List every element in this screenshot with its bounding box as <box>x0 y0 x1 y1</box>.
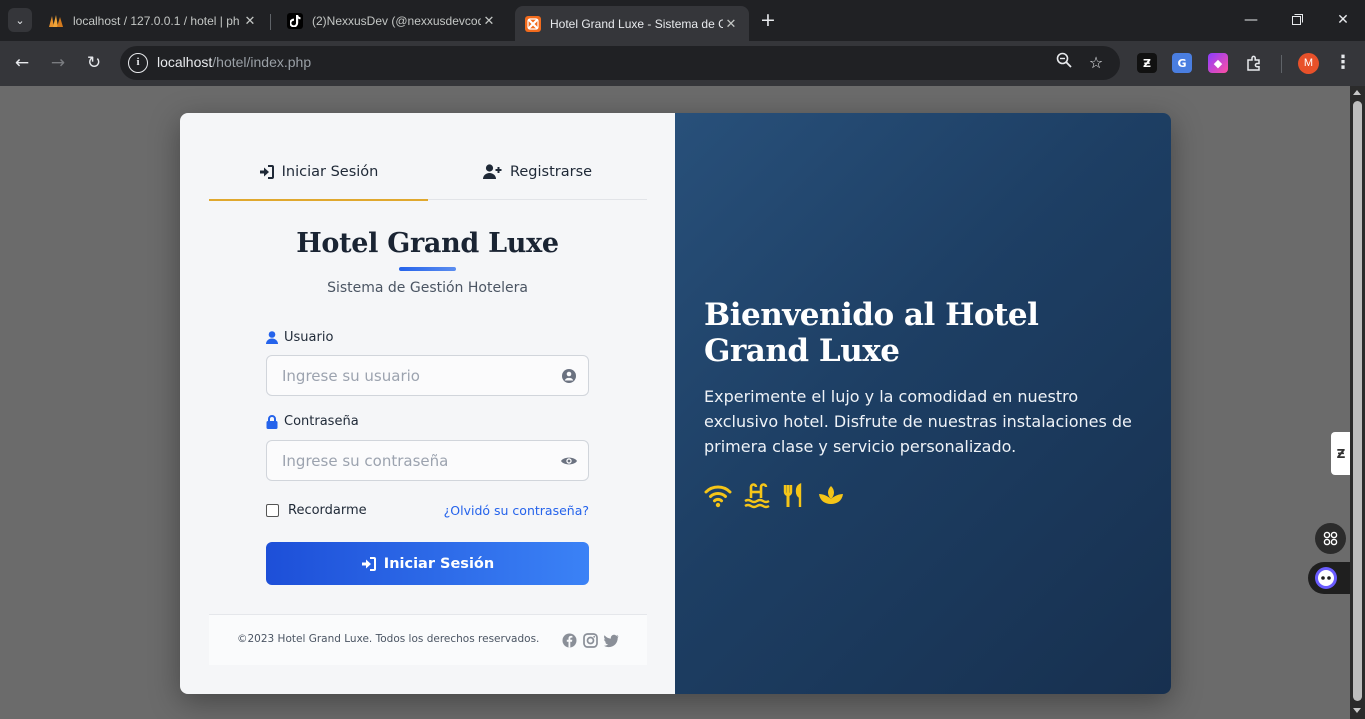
login-panel: Iniciar Sesión Registrarse Hotel Grand L… <box>180 113 675 694</box>
url-path: /hotel/index.php <box>212 54 312 70</box>
forgot-password-link[interactable]: ¿Olvidó su contraseña? <box>440 503 589 518</box>
username-label-text: Usuario <box>284 330 334 345</box>
tiktok-icon <box>287 12 303 29</box>
remember-label: Recordarme <box>288 503 367 518</box>
scroll-thumb[interactable] <box>1353 101 1362 701</box>
user-circle-icon <box>562 369 576 383</box>
remember-checkbox[interactable] <box>266 504 279 517</box>
tab-login-label: Iniciar Sesión <box>281 163 379 180</box>
password-input[interactable] <box>267 441 547 480</box>
user-icon <box>266 331 278 344</box>
tab-title: Hotel Grand Luxe - Sistema de G <box>550 16 723 31</box>
browser-tab-tiktok[interactable]: (2)NexxusDev (@nexxusdevcode ✕ <box>277 6 507 35</box>
tab-register[interactable]: Registrarse <box>428 143 647 200</box>
tab-divider <box>270 14 271 30</box>
twitter-icon[interactable] <box>604 633 619 648</box>
welcome-description: Experimente el lujo y la comodidad en nu… <box>704 387 1132 456</box>
browser-tab-hotel[interactable]: Hotel Grand Luxe - Sistema de G ✕ <box>515 6 749 41</box>
page-viewport: Iniciar Sesión Registrarse Hotel Grand L… <box>0 86 1350 719</box>
page-title: Hotel Grand Luxe <box>296 228 559 259</box>
tab-login[interactable]: Iniciar Sesión <box>209 143 428 201</box>
instagram-icon[interactable] <box>583 633 598 648</box>
username-input[interactable] <box>267 356 547 395</box>
sign-in-icon <box>361 556 376 571</box>
close-icon[interactable]: ✕ <box>481 13 497 29</box>
grid-icon <box>1323 531 1338 546</box>
xampp-icon <box>525 15 541 32</box>
forward-arrow-icon[interactable]: → <box>45 51 71 75</box>
assistant-bot-button[interactable] <box>1308 562 1350 594</box>
pool-icon <box>744 483 770 509</box>
welcome-heading: Bienvenido al Hotel Grand Luxe <box>704 297 1039 369</box>
wifi-icon <box>704 485 732 508</box>
password-label: Contraseña <box>266 414 359 429</box>
restaurant-icon <box>783 483 802 507</box>
address-bar[interactable]: i localhost/hotel/index.php ☆ <box>120 46 1120 80</box>
minimize-button[interactable]: — <box>1228 8 1274 32</box>
tab-title: (2)NexxusDev (@nexxusdevcode <box>312 13 481 28</box>
username-label: Usuario <box>266 330 333 345</box>
login-button[interactable]: Iniciar Sesión <box>266 542 589 585</box>
browser-tab-bar: ⌄ localhost / 127.0.0.1 / hotel | ph ✕ (… <box>0 0 1365 41</box>
tab-register-label: Registrarse <box>509 163 593 180</box>
page-subtitle: Sistema de Gestión Hotelera <box>327 280 528 296</box>
facebook-icon[interactable] <box>562 633 577 648</box>
side-extension-tab[interactable]: Ƶ <box>1331 432 1350 475</box>
zoom-icon[interactable] <box>1053 52 1075 74</box>
extensions-puzzle-icon[interactable] <box>1244 53 1264 73</box>
new-tab-button[interactable]: + <box>757 9 779 31</box>
remember-me[interactable]: Recordarme <box>266 503 367 518</box>
auth-tabs: Iniciar Sesión Registrarse <box>209 143 647 201</box>
login-card: Iniciar Sesión Registrarse Hotel Grand L… <box>180 113 1171 694</box>
title-underline <box>399 267 456 271</box>
spa-icon <box>819 486 843 504</box>
phpmyadmin-icon <box>48 13 64 29</box>
extension-app-icon[interactable]: ◆ <box>1208 53 1228 73</box>
browser-tab-phpmyadmin[interactable]: localhost / 127.0.0.1 / hotel | ph ✕ <box>38 6 268 35</box>
bookmark-star-icon[interactable]: ☆ <box>1085 52 1107 74</box>
login-button-label: Iniciar Sesión <box>383 555 495 572</box>
user-plus-icon <box>482 164 502 179</box>
sign-in-icon <box>259 164 274 179</box>
apps-grid-button[interactable] <box>1315 523 1346 554</box>
tab-search-button[interactable]: ⌄ <box>8 8 32 32</box>
lock-icon <box>266 414 278 429</box>
browser-toolbar: ← → ↻ i localhost/hotel/index.php ☆ Ƶ G … <box>0 41 1365 86</box>
site-info-icon[interactable]: i <box>128 53 148 73</box>
eye-icon[interactable] <box>560 452 578 470</box>
profile-avatar[interactable]: M <box>1298 53 1319 74</box>
password-label-text: Contraseña <box>284 414 359 429</box>
extension-bolt-icon[interactable]: Ƶ <box>1137 53 1157 73</box>
translate-extension-icon[interactable]: G <box>1172 53 1192 73</box>
url-text[interactable]: localhost/hotel/index.php <box>157 54 311 70</box>
tab-title: localhost / 127.0.0.1 / hotel | ph <box>73 13 240 28</box>
scroll-down-arrow[interactable] <box>1353 708 1361 713</box>
restore-button[interactable] <box>1274 8 1320 32</box>
copyright-text: ©2023 Hotel Grand Luxe. Todos los derech… <box>237 633 540 645</box>
password-field[interactable] <box>266 440 589 481</box>
scroll-up-arrow[interactable] <box>1353 90 1361 95</box>
close-window-button[interactable]: ✕ <box>1320 8 1365 32</box>
close-icon[interactable]: ✕ <box>242 13 258 29</box>
url-host: localhost <box>157 54 213 70</box>
page-scrollbar[interactable] <box>1350 86 1365 719</box>
login-footer: ©2023 Hotel Grand Luxe. Todos los derech… <box>209 614 647 665</box>
welcome-panel: Bienvenido al Hotel Grand Luxe Experimen… <box>675 113 1171 694</box>
back-arrow-icon[interactable]: ← <box>9 51 35 75</box>
username-field[interactable] <box>266 355 589 396</box>
toolbar-divider <box>1281 55 1282 73</box>
browser-menu-icon[interactable]: ⋮ <box>1334 52 1352 74</box>
bot-icon <box>1315 567 1337 589</box>
reload-icon[interactable]: ↻ <box>81 51 107 75</box>
close-icon[interactable]: ✕ <box>723 16 739 32</box>
